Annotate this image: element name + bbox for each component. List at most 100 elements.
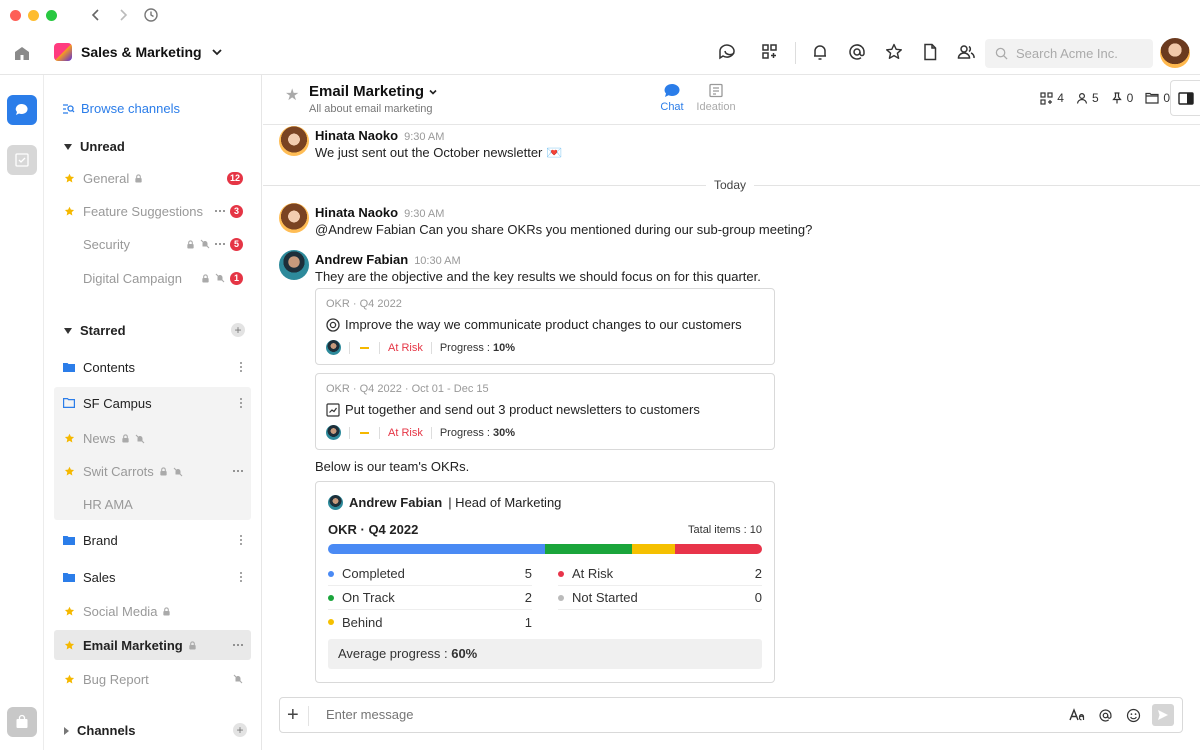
sidebar-item-social-media[interactable]: Social Media <box>54 596 251 626</box>
message-composer: + <box>279 697 1183 733</box>
apps-icon[interactable] <box>760 42 782 64</box>
back-icon[interactable] <box>88 7 104 23</box>
sidebar-item-label: Digital Campaign <box>83 270 182 286</box>
tab-ideation[interactable]: Ideation <box>694 83 738 113</box>
okr-summary-card[interactable]: Andrew Fabian | Head of Marketing OKR · … <box>315 481 775 683</box>
forward-icon[interactable] <box>115 7 131 23</box>
search-input[interactable]: Search Acme Inc. <box>985 39 1153 68</box>
channel-apps-count[interactable]: 4 <box>1040 91 1064 105</box>
browse-channels-label: Browse channels <box>81 101 180 116</box>
apps-grid-icon <box>1040 91 1053 105</box>
message-author[interactable]: Hinata Naoko 9:30 AM <box>315 205 444 220</box>
add-channel-button[interactable]: + <box>233 723 247 737</box>
user-avatar[interactable] <box>1160 38 1190 68</box>
people-icon[interactable] <box>956 42 978 64</box>
more-options-icon[interactable] <box>240 535 243 545</box>
sidebar-item-swit-carrots[interactable]: Swit Carrots <box>54 456 251 486</box>
search-placeholder: Search Acme Inc. <box>1016 46 1118 61</box>
home-icon[interactable] <box>13 45 31 61</box>
app-store-button[interactable] <box>7 707 37 737</box>
notifications-bell-icon[interactable] <box>810 42 832 64</box>
more-options-icon[interactable] <box>240 398 243 408</box>
chat-app-button[interactable] <box>7 95 37 125</box>
sidebar-item-security[interactable]: Security 5 <box>54 229 251 259</box>
text-format-icon[interactable] <box>1068 706 1086 724</box>
browse-list-icon <box>63 103 75 114</box>
more-options-icon[interactable] <box>233 470 243 472</box>
more-options-icon[interactable] <box>215 243 225 245</box>
message-author[interactable]: Hinata Naoko 9:30 AM <box>315 128 444 143</box>
chat-bubble-icon <box>15 103 28 115</box>
channel-members-count[interactable]: 5 <box>1076 91 1099 105</box>
status-bar-segment <box>328 544 545 554</box>
mentions-at-icon[interactable] <box>847 42 869 64</box>
sidebar-item-brand[interactable]: Brand <box>54 525 251 555</box>
avatar[interactable] <box>279 250 309 280</box>
browse-channels-link[interactable]: Browse channels <box>62 101 180 116</box>
star-icon <box>63 673 75 685</box>
channel-pinned-count[interactable]: 0 <box>1111 91 1133 105</box>
star-icon <box>63 172 75 184</box>
message-author[interactable]: Andrew Fabian 10:30 AM <box>315 252 461 267</box>
sidebar-item-sales[interactable]: Sales <box>54 562 251 592</box>
attach-plus-button[interactable]: + <box>287 704 299 726</box>
mention-at-icon[interactable] <box>1096 706 1114 724</box>
status-dot <box>328 619 334 625</box>
sidebar-item-news[interactable]: News <box>54 423 251 453</box>
minimize-window-button[interactable] <box>28 10 39 21</box>
chart-trend-icon <box>326 402 340 417</box>
files-document-icon[interactable] <box>920 42 942 64</box>
okr-summary-owner: Andrew Fabian | Head of Marketing <box>328 495 561 510</box>
more-options-icon[interactable] <box>215 210 225 212</box>
sidebar-item-email-marketing[interactable]: Email Marketing <box>54 630 251 660</box>
channel-name: Email Marketing <box>309 83 425 100</box>
send-button[interactable] <box>1152 704 1174 726</box>
okr-progress: Progress : 10% <box>439 341 516 354</box>
sidebar-item-label: Email Marketing <box>83 637 183 653</box>
more-options-icon[interactable] <box>233 644 243 646</box>
status-dot <box>558 594 564 601</box>
toggle-right-panel-button[interactable] <box>1170 80 1200 116</box>
add-starred-button[interactable]: + <box>231 323 245 337</box>
channels-section-header[interactable]: Channels <box>64 723 136 738</box>
tab-chat[interactable]: Chat <box>650 83 694 113</box>
history-icon[interactable] <box>143 7 159 23</box>
direct-messages-icon[interactable] <box>717 42 739 64</box>
okr-meta: OKR · Q4 2022 <box>326 298 402 310</box>
emoji-icon[interactable] <box>1124 706 1142 724</box>
more-options-icon[interactable] <box>240 572 243 582</box>
date-divider-label: Today <box>706 178 755 192</box>
tasks-app-button[interactable] <box>7 145 37 175</box>
message-input[interactable] <box>326 707 1026 722</box>
sidebar-item-label: Social Media <box>83 603 158 619</box>
okr-status: At Risk <box>388 426 423 439</box>
status-bar-segment <box>675 544 762 554</box>
okr-card[interactable]: OKR · Q4 2022 · Oct 01 - Dec 15 Put toge… <box>315 373 775 450</box>
priority-medium-icon <box>360 431 369 434</box>
maximize-window-button[interactable] <box>46 10 57 21</box>
avatar[interactable] <box>279 203 309 233</box>
avatar[interactable] <box>279 126 309 156</box>
sidebar-item-feature-suggestions[interactable]: Feature Suggestions 3 <box>54 196 251 226</box>
sidebar-item-hr-ama[interactable]: HR AMA <box>54 489 251 519</box>
sidebar-item-general[interactable]: General 12 <box>54 163 251 193</box>
favorite-channel-star-icon[interactable]: ★ <box>285 85 299 105</box>
channel-title[interactable]: Email Marketing <box>309 83 438 100</box>
close-window-button[interactable] <box>10 10 21 21</box>
starred-section-header[interactable]: Starred <box>64 323 126 338</box>
more-options-icon[interactable] <box>240 362 243 372</box>
status-dot <box>328 594 334 601</box>
sidebar-item-contents[interactable]: Contents <box>54 352 251 382</box>
okr-footer: At Risk Progress : 10% <box>326 340 515 355</box>
chat-bubble-icon <box>664 83 680 97</box>
favorites-star-icon[interactable] <box>884 42 906 64</box>
unread-section-header[interactable]: Unread <box>64 139 125 154</box>
channel-files-count[interactable]: 0 <box>1145 91 1170 105</box>
target-icon <box>326 317 340 332</box>
sidebar-item-digital-campaign[interactable]: Digital Campaign 1 <box>54 263 251 293</box>
sidebar-item-bug-report[interactable]: Bug Report <box>54 664 251 694</box>
workspace-switcher[interactable]: Sales & Marketing <box>54 43 223 61</box>
sidebar-item-sf-campus[interactable]: SF Campus <box>54 388 251 418</box>
okr-owner-avatar <box>326 340 341 355</box>
okr-card[interactable]: OKR · Q4 2022 Improve the way we communi… <box>315 288 775 365</box>
